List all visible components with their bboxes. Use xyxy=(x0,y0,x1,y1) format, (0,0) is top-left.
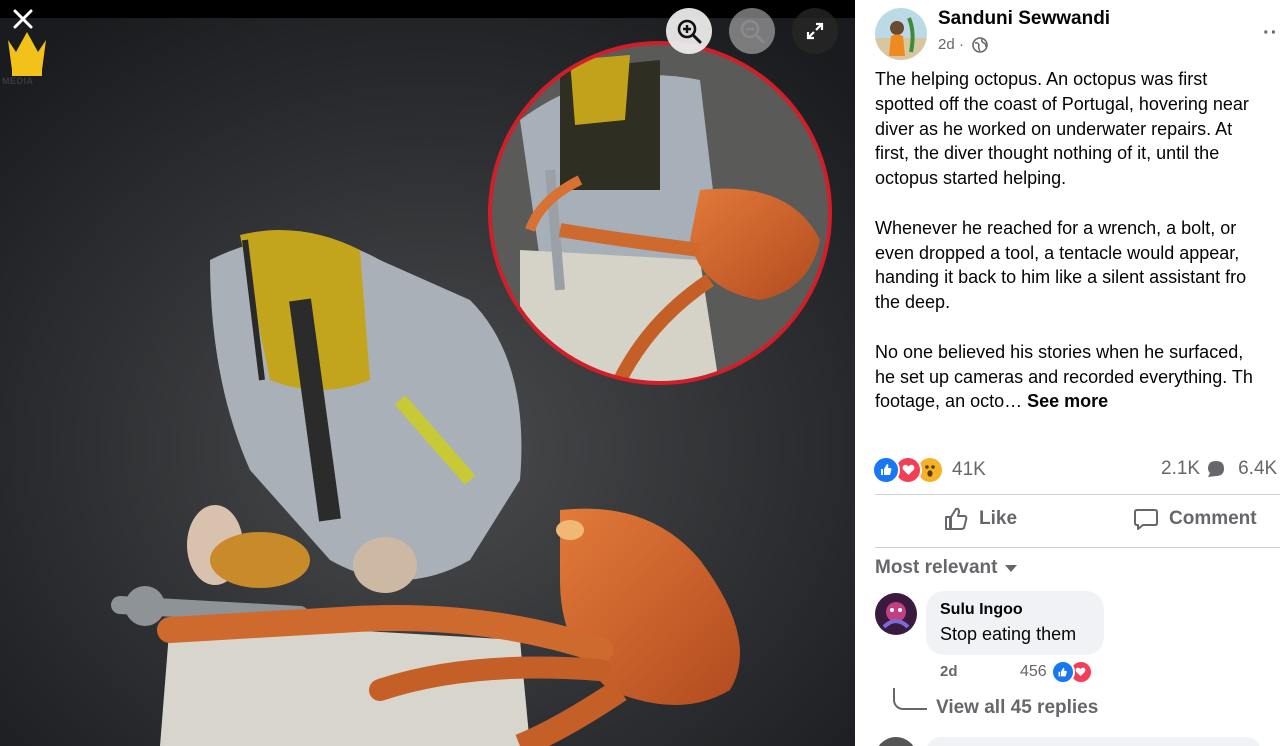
next-comment-bubble xyxy=(926,737,1261,746)
reaction-count: 41K xyxy=(952,459,986,480)
comment-reaction-count: 456 xyxy=(1020,663,1047,680)
comment-bubble-icon xyxy=(1208,461,1225,477)
post-line: diver as he worked on underwater repairs… xyxy=(875,118,1233,139)
fullscreen-button[interactable] xyxy=(792,8,838,54)
post-paragraph: The helping octopus. An octopus was firs… xyxy=(875,67,1280,191)
avatar-image xyxy=(875,8,927,60)
reaction-summary[interactable]: 41K xyxy=(872,456,986,484)
comment-sort-dropdown[interactable]: Most relevant xyxy=(875,557,1018,579)
post-line: No one believed his stories when he surf… xyxy=(875,341,1244,362)
commenter-avatar[interactable] xyxy=(875,593,917,635)
view-replies-link[interactable]: View all 45 replies xyxy=(936,697,1098,719)
comment-icon xyxy=(1134,509,1158,530)
post-line: the deep. xyxy=(875,292,951,313)
thumbs-up-icon xyxy=(945,507,968,530)
sort-label: Most relevant xyxy=(875,557,998,578)
post-line: The helping octopus. An octopus was firs… xyxy=(875,69,1208,89)
caret-down-icon xyxy=(1005,564,1018,572)
comment-text: Stop eating them xyxy=(940,624,1077,644)
divider xyxy=(875,494,1280,495)
more-options-button[interactable]: ·· xyxy=(1263,22,1278,45)
post-line: Whenever he reached for a wrench, a bolt… xyxy=(875,217,1237,238)
post-text: The helping octopus. An octopus was firs… xyxy=(875,67,1280,439)
post-paragraph: Whenever he reached for a wrench, a bolt… xyxy=(875,216,1280,315)
expand-icon xyxy=(806,22,824,40)
post-line: footage, an octo… xyxy=(875,391,1023,412)
post-line: even dropped a tool, a tentacle would ap… xyxy=(875,242,1240,263)
meta-separator: · xyxy=(959,36,964,53)
post-paragraph: No one believed his stories when he surf… xyxy=(875,340,1280,414)
commenter-avatar-image xyxy=(875,593,917,635)
zoom-out-icon xyxy=(740,19,765,44)
post-line: first, the diver thought nothing of it, … xyxy=(875,143,1220,164)
post-panel: Sanduni Sewwandi 2d · ·· The helping oct… xyxy=(855,0,1280,746)
comment-count: 2.1K xyxy=(1161,458,1201,479)
author-name[interactable]: Sanduni Sewwandi xyxy=(938,8,1110,30)
zoom-in-icon xyxy=(677,19,702,44)
see-more-link[interactable]: See more xyxy=(1027,391,1108,411)
post-photo xyxy=(0,0,855,746)
next-commenter-avatar[interactable] xyxy=(875,737,917,746)
comment-time[interactable]: 2d xyxy=(940,663,958,680)
comment-reactions[interactable]: 456 xyxy=(1020,660,1093,684)
zoom-in-button[interactable] xyxy=(666,8,712,54)
like-label: Like xyxy=(979,508,1018,529)
commenter-name[interactable]: Sulu Ingoo xyxy=(940,601,1023,619)
author-avatar[interactable] xyxy=(875,8,927,60)
share-count: 6.4K xyxy=(1238,458,1278,479)
post-line: octopus started helping. xyxy=(875,168,1067,189)
divider xyxy=(875,547,1280,548)
post-line: handing it back to him like a silent ass… xyxy=(875,267,1247,288)
globe-icon xyxy=(972,37,988,53)
reply-connector xyxy=(893,688,927,710)
engagement-counts[interactable]: 2.1K 6.4K xyxy=(1161,458,1277,480)
comment-label: Comment xyxy=(1169,508,1257,529)
photo-viewer: MEDIA xyxy=(0,0,855,746)
like-reaction-icon xyxy=(872,456,900,484)
like-reaction-icon xyxy=(1050,660,1075,684)
post-line: spotted off the coast of Portugal, hover… xyxy=(875,93,1249,114)
post-line: he set up cameras and recorded everythin… xyxy=(875,366,1253,387)
comment-bubble: Sulu Ingoo Stop eating them xyxy=(926,591,1104,655)
like-button[interactable]: Like xyxy=(943,506,1017,532)
viewer-top-bar xyxy=(0,0,855,18)
comment-button[interactable]: Comment xyxy=(1133,506,1257,532)
zoom-out-button[interactable] xyxy=(729,8,775,54)
logo-text: MEDIA xyxy=(2,76,34,86)
post-time[interactable]: 2d xyxy=(938,36,955,53)
